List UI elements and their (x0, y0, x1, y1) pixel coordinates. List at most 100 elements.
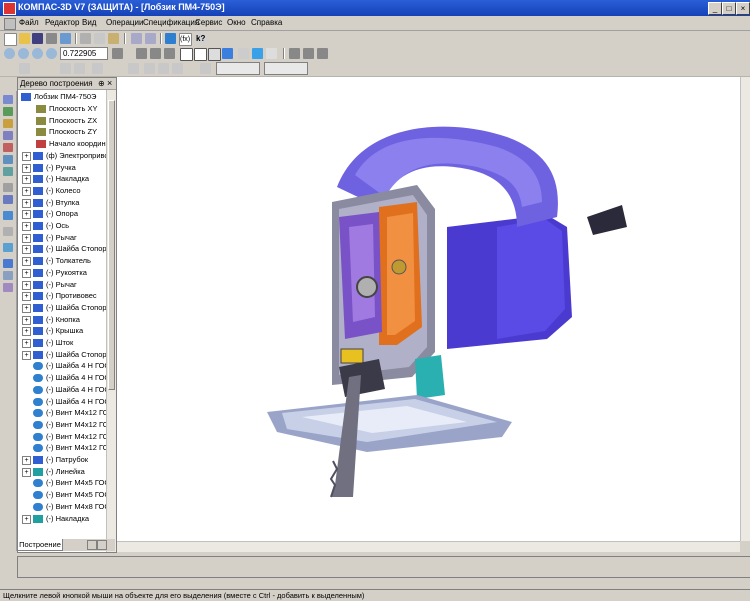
mate-icon[interactable] (3, 211, 13, 220)
open-file-icon[interactable] (19, 33, 30, 44)
tree-item[interactable]: (-) Винт М4х5 ГОСТ (18, 489, 114, 500)
new-file-icon[interactable] (4, 33, 17, 46)
snap-icon-4[interactable] (92, 63, 103, 74)
tree-item[interactable]: + (-) Шайба Стопорна (18, 243, 115, 255)
tab-scroll-left[interactable] (87, 540, 97, 550)
tab-build[interactable]: Построение (17, 539, 63, 551)
tree-icon[interactable] (289, 48, 300, 59)
tree-item[interactable]: + (-) Толкатель (18, 255, 106, 267)
tree-item[interactable]: + (-) Противовес (18, 290, 106, 302)
preview-icon[interactable] (60, 33, 71, 44)
pan-icon[interactable] (136, 48, 147, 59)
expand-icon[interactable]: + (22, 175, 31, 185)
zoom-in-icon[interactable] (4, 48, 15, 59)
tree-item[interactable]: + (-) Колесо (18, 185, 106, 196)
expand-icon[interactable]: + (22, 222, 31, 231)
expand-icon[interactable]: + (22, 198, 31, 208)
snap-icon-1[interactable] (19, 63, 30, 74)
report-icon[interactable] (3, 283, 13, 292)
tree-item[interactable]: (-) Шайба 4 Н ГОСТ (18, 372, 114, 383)
snap-icon-9[interactable] (200, 63, 211, 74)
fillet-icon[interactable] (3, 143, 13, 152)
tree-item[interactable]: (-) Винт М4х8 ГОСТ (18, 501, 114, 512)
minimize-button[interactable]: _ (708, 2, 722, 15)
param-field-2[interactable] (264, 62, 308, 75)
expand-icon[interactable]: + (22, 163, 31, 173)
rotate-part-icon[interactable] (3, 243, 13, 252)
tree-item[interactable]: (-) Винт М4х12 ГОС (18, 431, 114, 442)
redo-icon[interactable] (145, 33, 156, 44)
hidden-lines-icon[interactable] (194, 48, 207, 61)
tree-item[interactable]: + (-) Шайба Стопорна (18, 302, 115, 313)
wireframe-icon[interactable] (180, 48, 193, 61)
cut-extrude-icon[interactable] (3, 131, 13, 140)
tree-item[interactable]: + (-) Опора (18, 208, 106, 220)
measure-icon[interactable] (3, 183, 13, 192)
tree-item[interactable]: + (-) Накладка (18, 513, 106, 524)
expand-icon[interactable]: + (22, 268, 31, 278)
expand-icon[interactable]: + (22, 186, 31, 196)
sketch-icon[interactable] (3, 107, 13, 116)
extrude-icon[interactable] (3, 119, 13, 128)
snap-icon-3[interactable] (74, 63, 85, 74)
undo-icon[interactable] (131, 33, 142, 44)
tree-item[interactable]: + (-) Рукоятка (18, 267, 106, 278)
jigsaw-model[interactable] (117, 77, 740, 541)
zoom-window-icon[interactable] (32, 48, 43, 59)
tree-item[interactable]: + (-) Ось (18, 220, 106, 231)
tree-item[interactable]: + (-) Втулка (18, 197, 106, 208)
menu-operations[interactable]: Операции (106, 18, 143, 27)
menu-service[interactable]: Сервис (195, 18, 222, 27)
snap-icon-7[interactable] (158, 63, 169, 74)
menu-window[interactable]: Окно (227, 18, 246, 27)
expand-icon[interactable]: + (22, 245, 31, 255)
save-icon[interactable] (32, 33, 43, 44)
tree-item[interactable]: + (-) Рычаг (18, 279, 106, 290)
tree-item[interactable]: Начало координат (18, 138, 113, 149)
shaded-edges-icon[interactable] (238, 48, 249, 59)
expand-icon[interactable]: + (22, 467, 31, 477)
tree-item[interactable]: (-) Винт М4х12 ГОС (18, 407, 114, 418)
expand-icon[interactable]: + (22, 315, 31, 325)
rotate-icon[interactable] (164, 48, 175, 59)
tree-item[interactable]: + (-) Шайба Стопорна (18, 349, 115, 360)
snap-icon-8[interactable] (172, 63, 183, 74)
tree-item[interactable]: + (-) Патрубок (18, 454, 106, 465)
expand-icon[interactable]: + (22, 456, 31, 465)
tree-item[interactable]: (-) Шайба 4 Н ГОСТ (18, 396, 114, 407)
tree-item[interactable]: Плоскость ZX (18, 115, 106, 126)
menu-specification[interactable]: Спецификация (143, 18, 199, 27)
function-icon[interactable]: (fx) (179, 33, 192, 46)
expand-icon[interactable]: + (22, 210, 31, 220)
expand-icon[interactable]: + (22, 514, 31, 524)
perspective-icon[interactable] (252, 48, 263, 59)
chamfer-icon[interactable] (3, 155, 13, 164)
document-icon[interactable] (4, 18, 16, 30)
snap-icon-5[interactable] (128, 63, 139, 74)
tree-scrollbar[interactable] (106, 90, 116, 552)
tree-item[interactable]: (-) Винт М4х12 ГОС (18, 442, 114, 453)
snap-icon-2[interactable] (60, 63, 71, 74)
move-icon[interactable] (3, 227, 13, 236)
array-icon[interactable] (3, 259, 13, 268)
expand-icon[interactable]: + (22, 327, 31, 337)
menu-edit[interactable]: Редактор (45, 18, 79, 27)
properties-icon[interactable] (303, 48, 314, 59)
tree-item[interactable]: + (-) Ручка (18, 162, 106, 173)
expand-icon[interactable]: + (22, 233, 31, 243)
tree-item[interactable]: + (-) Накладка (18, 173, 106, 185)
tree-scroll-thumb[interactable] (108, 100, 115, 390)
model-viewport[interactable] (117, 77, 740, 541)
maximize-button[interactable]: □ (722, 2, 736, 15)
tab-scroll-right[interactable] (97, 540, 107, 550)
manager-icon[interactable] (165, 33, 176, 44)
tree-close-icon[interactable]: × (107, 78, 112, 88)
expand-icon[interactable]: + (22, 339, 31, 348)
insert-part-icon[interactable] (3, 195, 13, 204)
app-icon[interactable] (3, 2, 16, 15)
section-icon[interactable] (266, 48, 277, 59)
zoom-dynamic-icon[interactable] (150, 48, 161, 59)
tree-item[interactable]: + (-) Крышка (18, 325, 106, 337)
viewport-hscrollbar[interactable] (117, 541, 740, 552)
tree-item[interactable]: + (-) Рычаг (18, 232, 106, 243)
